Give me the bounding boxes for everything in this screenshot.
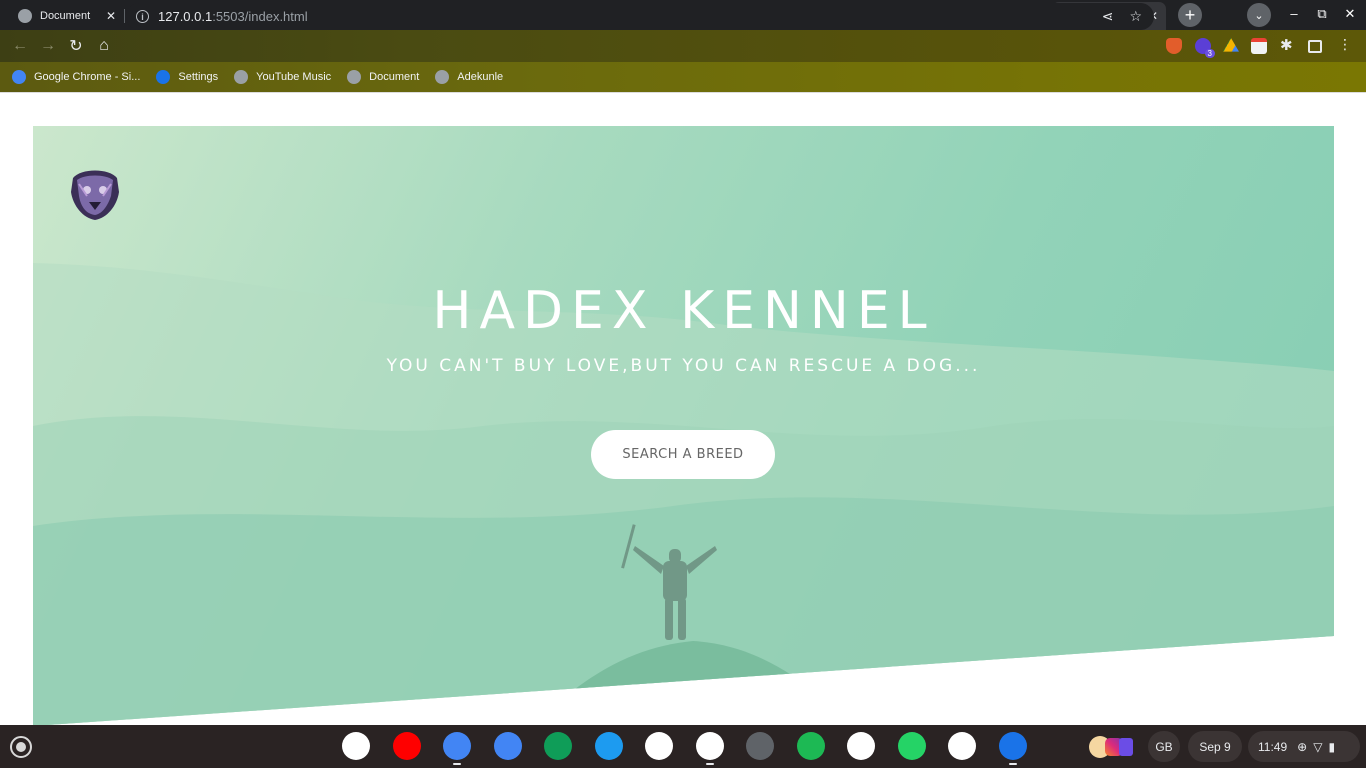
gmail-icon[interactable]	[645, 732, 673, 760]
docs-icon[interactable]	[494, 732, 522, 760]
bookmark-item[interactable]: YouTube Music	[234, 70, 331, 84]
bookmark-star-icon[interactable]: ☆	[1129, 8, 1142, 25]
bookmark-label: Adekunle	[457, 71, 504, 83]
new-tab-button[interactable]: +	[1178, 3, 1202, 27]
bookmark-label: Document	[369, 71, 420, 83]
bookmarks-bar: Google Chrome - Si... Settings YouTube Mus…	[0, 62, 1366, 92]
shelf: GB Sep 9 11:49 ⊕ ▽ ▮	[0, 725, 1366, 768]
reload-icon[interactable]: ↻	[62, 32, 90, 60]
minimize-icon[interactable]: –	[1284, 6, 1304, 21]
date-pill[interactable]: Sep 9	[1188, 731, 1242, 762]
globe-icon	[234, 70, 249, 84]
web-page: HADEX KENNEL YOU CAN'T BUY LOVE,BUT YOU …	[0, 93, 1366, 725]
share-icon[interactable]: ⋖	[1102, 8, 1114, 25]
screen: Document✕Get in touch✕Instagram I✕Clemen…	[0, 0, 1366, 768]
tab-title: Document	[40, 10, 91, 22]
home-icon[interactable]: ⌂	[90, 32, 118, 60]
battery-icon: ▮	[1328, 739, 1336, 754]
extension-badge-icon[interactable]: 3	[1195, 38, 1215, 58]
files-icon[interactable]	[999, 732, 1027, 765]
settings-icon	[156, 70, 171, 84]
whatsapp-icon[interactable]	[898, 732, 926, 760]
mountain-background	[33, 263, 1334, 725]
search-breed-button[interactable]: SEARCH A BREED	[591, 430, 775, 479]
kennel-logo[interactable]	[67, 166, 123, 222]
clock: 11:49	[1258, 739, 1288, 754]
address-path: :5503/index.html	[212, 9, 308, 24]
vscode-icon[interactable]	[696, 732, 724, 765]
browser-tab[interactable]: Document ✕	[8, 2, 124, 30]
forward-icon[interactable]: →	[34, 32, 62, 60]
bookmark-label: Settings	[178, 71, 219, 83]
hero-title: HADEX KENNEL	[432, 281, 935, 341]
brave-extension-icon[interactable]	[1166, 38, 1182, 54]
launcher-icon[interactable]	[10, 736, 32, 758]
tray-profile-icons[interactable]	[1080, 731, 1142, 762]
maximize-icon[interactable]: ⧉	[1312, 6, 1332, 22]
extension-badge-count: 3	[1204, 49, 1215, 58]
chrome-icon	[12, 70, 26, 84]
back-icon[interactable]: ←	[6, 32, 34, 60]
bookmark-label: YouTube Music	[256, 71, 332, 83]
globe-icon	[347, 70, 362, 84]
slack-icon[interactable]	[342, 732, 370, 760]
twitter-icon[interactable]	[595, 732, 623, 760]
chrome-icon[interactable]	[443, 732, 471, 765]
address-bar[interactable]: i 127.0.0.1:5503/index.html ⋖ ☆	[126, 3, 1154, 30]
close-window-icon[interactable]: ✕	[1340, 6, 1360, 22]
bookmark-item[interactable]: Document	[347, 70, 419, 84]
crosh-icon[interactable]	[948, 732, 976, 760]
spotify-icon[interactable]	[797, 732, 825, 760]
menu-icon[interactable]: ⋮	[1338, 36, 1354, 52]
wifi-icon: ▽	[1313, 739, 1323, 754]
globe-icon	[435, 70, 450, 84]
extensions-puzzle-icon[interactable]: ✱	[1280, 36, 1296, 54]
address-host: 127.0.0.1	[158, 9, 213, 24]
bookmark-label: Google Chrome - Si...	[34, 71, 141, 83]
settings-icon[interactable]	[746, 732, 774, 760]
bookmark-item[interactable]: Adekunle	[435, 70, 503, 84]
hero-tagline: YOU CAN'T BUY LOVE,BUT YOU CAN RESCUE A …	[386, 356, 981, 376]
tab-search-button[interactable]: ⌄	[1247, 3, 1271, 27]
hero-section: HADEX KENNEL YOU CAN'T BUY LOVE,BUT YOU …	[33, 126, 1334, 725]
maps-icon[interactable]	[847, 732, 875, 760]
ime-indicator[interactable]: GB	[1148, 731, 1180, 762]
sheets-icon[interactable]	[544, 732, 572, 760]
toolbar: ← → ↻ ⌂	[0, 30, 1366, 62]
calendar-icon[interactable]	[1251, 38, 1267, 54]
add-circle-icon: ⊕	[1297, 739, 1308, 754]
app-icon	[1119, 737, 1133, 756]
bookmark-item[interactable]: Google Chrome - Si...	[12, 70, 140, 84]
close-tab-icon[interactable]: ✕	[104, 9, 118, 23]
site-info-icon[interactable]: i	[136, 10, 149, 23]
side-panel-icon[interactable]	[1308, 40, 1322, 53]
youtube-icon[interactable]	[393, 732, 421, 760]
globe-icon	[18, 9, 32, 23]
bookmark-item[interactable]: Settings	[156, 70, 218, 84]
status-area[interactable]: 11:49 ⊕ ▽ ▮	[1248, 731, 1360, 762]
